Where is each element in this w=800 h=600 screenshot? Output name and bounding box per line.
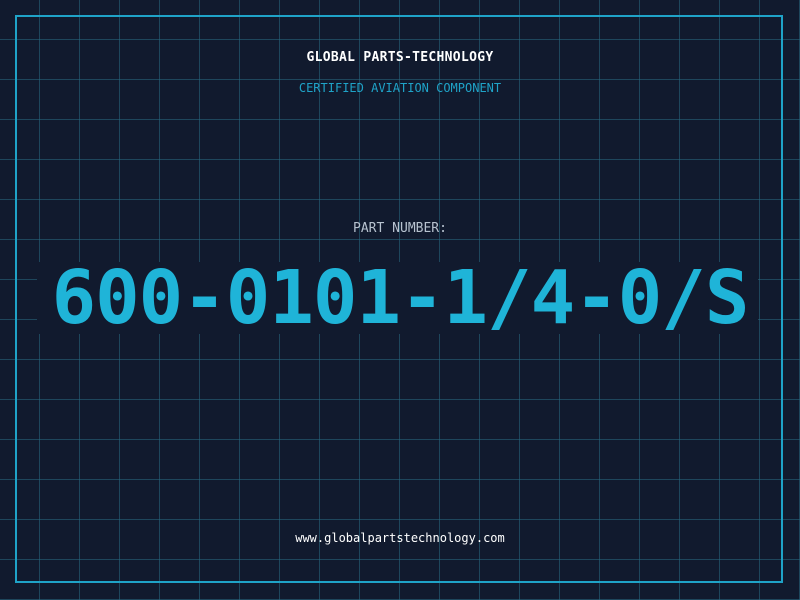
tagline: CERTIFIED AVIATION COMPONENT <box>298 81 502 95</box>
website-url: www.globalpartstechnology.com <box>295 531 505 545</box>
part-number-value: 600-0101-1/4-0/S <box>51 255 750 341</box>
company-title: GLOBAL PARTS-TECHNOLOGY <box>306 50 494 65</box>
part-number-label: PART NUMBER: <box>353 221 447 236</box>
